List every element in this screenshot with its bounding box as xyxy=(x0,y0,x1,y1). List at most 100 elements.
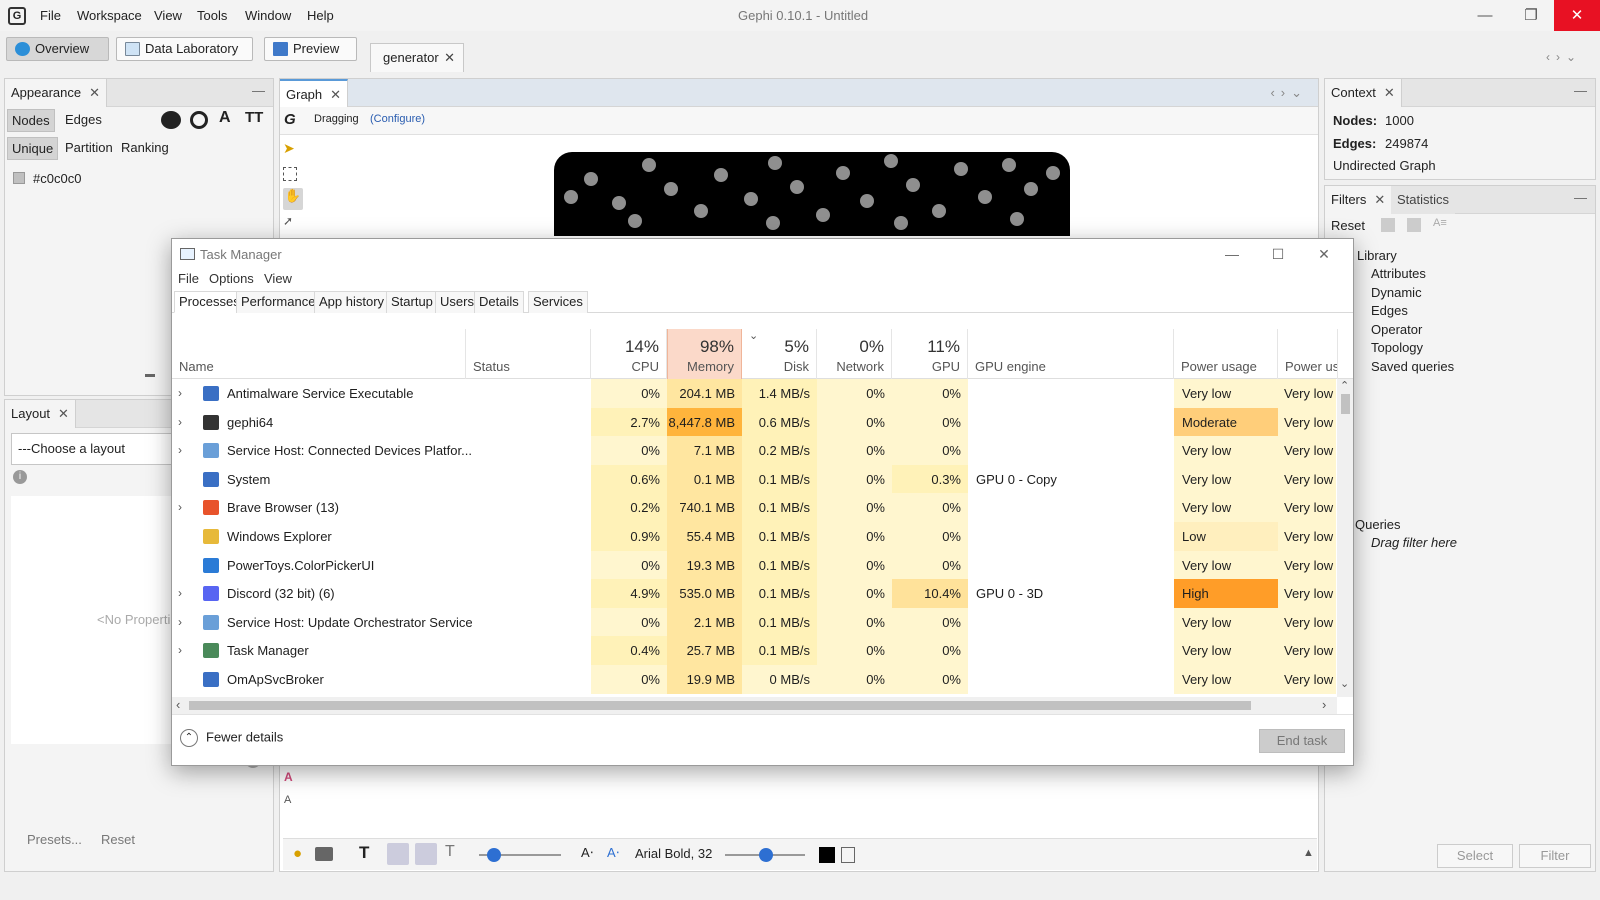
expand-chevron-icon[interactable]: › xyxy=(178,608,182,637)
filter-item-edges[interactable]: Edges xyxy=(1371,303,1408,318)
filter-item-saved-queries[interactable]: Saved queries xyxy=(1371,359,1454,374)
filters-reset-button[interactable]: Reset xyxy=(1331,218,1365,233)
process-row[interactable]: OmApSvcBroker 0% 19.9 MB 0 MB/s 0% 0% Very low… xyxy=(172,665,1336,694)
tab-statistics[interactable]: Statistics xyxy=(1391,186,1456,214)
horizontal-scrollbar[interactable]: ‹ › xyxy=(172,697,1337,714)
fewer-details-button[interactable]: ⌃ Fewer details xyxy=(180,729,283,747)
expand-chevron-icon[interactable]: › xyxy=(178,636,182,665)
label-size-icon[interactable]: TT xyxy=(245,109,263,126)
col-power-trend[interactable]: Power usag xyxy=(1278,329,1338,379)
overview-button[interactable]: Overview xyxy=(6,37,109,61)
process-row[interactable]: Windows Explorer 0.9% 55.4 MB 0.1 MB/s 0% 0% L… xyxy=(172,522,1336,551)
menu-workspace[interactable]: Workspace xyxy=(77,8,142,23)
col-cpu[interactable]: 14% CPU xyxy=(591,329,667,379)
slider-thumb[interactable] xyxy=(759,848,773,862)
edges-toggle-icon[interactable] xyxy=(387,843,409,865)
restore-icon[interactable]: ❐ xyxy=(1508,0,1554,31)
scroll-thumb[interactable] xyxy=(189,701,1251,710)
minimize-icon[interactable]: — xyxy=(1462,0,1508,31)
font-larger-icon[interactable]: A⋅ xyxy=(607,845,620,861)
col-disk[interactable]: 5% Disk xyxy=(742,329,817,379)
process-row[interactable]: › gephi64 2.7% 8,447.8 MB 0.6 MB/s 0% 0% Modera… xyxy=(172,407,1336,437)
workspace-nav-arrows[interactable]: ‹›⌄ xyxy=(1546,50,1582,64)
filter-item-attributes[interactable]: Attributes xyxy=(1371,266,1426,281)
select-cursor-icon[interactable]: ➤ xyxy=(283,140,307,164)
tab-performance[interactable]: Performance xyxy=(236,291,321,313)
filter-item-dynamic[interactable]: Dynamic xyxy=(1371,285,1422,300)
close-icon[interactable]: ✕ xyxy=(1374,192,1385,207)
label-color-icon[interactable]: A xyxy=(219,109,231,127)
maximize-icon[interactable]: ☐ xyxy=(1255,239,1301,269)
presets-button[interactable]: Presets... xyxy=(27,832,82,847)
process-row[interactable]: System 0.6% 0.1 MB 0.1 MB/s 0% 0.3% GPU 0 - Co… xyxy=(172,464,1336,494)
filter-item-operator[interactable]: Operator xyxy=(1371,322,1422,337)
select-button[interactable]: Select xyxy=(1437,844,1513,868)
scroll-thumb[interactable] xyxy=(1341,394,1350,414)
col-power-usage[interactable]: Power usage xyxy=(1174,329,1278,379)
tab-filters[interactable]: Filters ✕ xyxy=(1325,186,1393,214)
col-memory[interactable]: 98% Memory xyxy=(667,329,742,379)
filter-item-topology[interactable]: Topology xyxy=(1371,340,1423,355)
close-icon[interactable]: ✕ xyxy=(58,406,69,421)
col-name[interactable]: Name xyxy=(172,329,466,379)
process-row[interactable]: › Task Manager 0.4% 25.7 MB 0.1 MB/s 0% 0% Very… xyxy=(172,636,1336,666)
rename-filter-icon[interactable]: A≡ xyxy=(1433,217,1447,229)
workspace-tab[interactable]: generator ✕ xyxy=(370,43,464,72)
slider-thumb[interactable] xyxy=(487,848,501,862)
panel-nav-arrows[interactable]: ‹›⌄ xyxy=(1270,85,1308,101)
edge-color-icon[interactable] xyxy=(415,843,437,865)
tab-users[interactable]: Users xyxy=(435,291,479,313)
tab-layout[interactable]: Layout ✕ xyxy=(5,400,76,428)
col-gpu[interactable]: 11% GPU xyxy=(892,329,968,379)
scroll-down-icon[interactable]: ⌄ xyxy=(1340,677,1349,690)
tab-edges[interactable]: Edges xyxy=(61,109,106,130)
splitter-handle[interactable]: ▬ xyxy=(145,369,155,380)
configure-link[interactable]: (Configure) xyxy=(370,113,425,125)
close-icon[interactable]: ✕ xyxy=(1301,239,1347,269)
scroll-right-icon[interactable]: › xyxy=(1322,697,1326,712)
process-row[interactable]: › Antimalware Service Executable 0% 204.1 M… xyxy=(172,379,1336,408)
size-icon[interactable] xyxy=(190,111,208,129)
close-icon[interactable]: ✕ xyxy=(89,85,100,100)
tab-nodes[interactable]: Nodes xyxy=(7,109,55,132)
label-color-swatch[interactable] xyxy=(819,847,835,863)
close-icon[interactable]: ✕ xyxy=(444,44,455,72)
close-icon[interactable]: ✕ xyxy=(1554,0,1600,31)
preview-button[interactable]: Preview xyxy=(264,37,357,61)
expand-chevron-icon[interactable]: › xyxy=(178,408,182,437)
minimize-icon[interactable]: — xyxy=(1209,239,1255,269)
screenshot-icon[interactable] xyxy=(315,847,333,861)
tm-menu-view[interactable]: View xyxy=(264,271,292,286)
rectangle-select-icon[interactable] xyxy=(283,167,297,181)
attributes-icon[interactable] xyxy=(841,847,855,863)
export-filter-icon[interactable] xyxy=(1407,218,1421,232)
process-row[interactable]: › Service Host: Connected Devices Platfor… xyxy=(172,436,1336,466)
process-row[interactable]: › Service Host: Update Orchestrator Servi… xyxy=(172,607,1336,637)
tab-services[interactable]: Services xyxy=(528,291,588,313)
expand-chevron-icon[interactable]: › xyxy=(178,379,182,408)
scroll-left-icon[interactable]: ‹ xyxy=(176,697,180,712)
layout-select[interactable]: ---Choose a layout xyxy=(11,433,191,465)
vertical-scrollbar[interactable]: ⌃ ⌄ xyxy=(1337,379,1353,697)
tab-ranking[interactable]: Ranking xyxy=(117,137,173,158)
tab-startup[interactable]: Startup xyxy=(386,291,438,313)
close-icon[interactable]: ✕ xyxy=(330,87,341,102)
col-network[interactable]: 0% Network xyxy=(817,329,892,379)
palette-icon[interactable] xyxy=(161,111,181,129)
process-row[interactable]: PowerToys.ColorPickerUI 0% 19.3 MB 0.1 MB/s… xyxy=(172,550,1336,580)
menu-file[interactable]: File xyxy=(40,8,61,23)
tab-processes[interactable]: Processes xyxy=(174,291,245,313)
tab-partition[interactable]: Partition xyxy=(61,137,117,158)
font-name[interactable]: Arial Bold, 32 xyxy=(635,846,712,861)
save-filter-icon[interactable] xyxy=(1381,218,1395,232)
tm-menu-file[interactable]: File xyxy=(178,271,199,286)
scroll-up-icon[interactable]: ⌃ xyxy=(1340,379,1349,392)
tab-unique[interactable]: Unique xyxy=(7,137,59,160)
menu-help[interactable]: Help xyxy=(307,8,334,23)
filters-library[interactable]: Library xyxy=(1357,248,1397,263)
process-row[interactable]: › Discord (32 bit) (6) 4.9% 535.0 MB 0.1 MB/… xyxy=(172,579,1336,609)
tab-appearance[interactable]: Appearance ✕ xyxy=(5,79,108,107)
expand-chevron-icon[interactable]: › xyxy=(178,579,182,608)
tab-details[interactable]: Details xyxy=(474,291,524,313)
label-font-icon[interactable]: T xyxy=(445,843,455,861)
